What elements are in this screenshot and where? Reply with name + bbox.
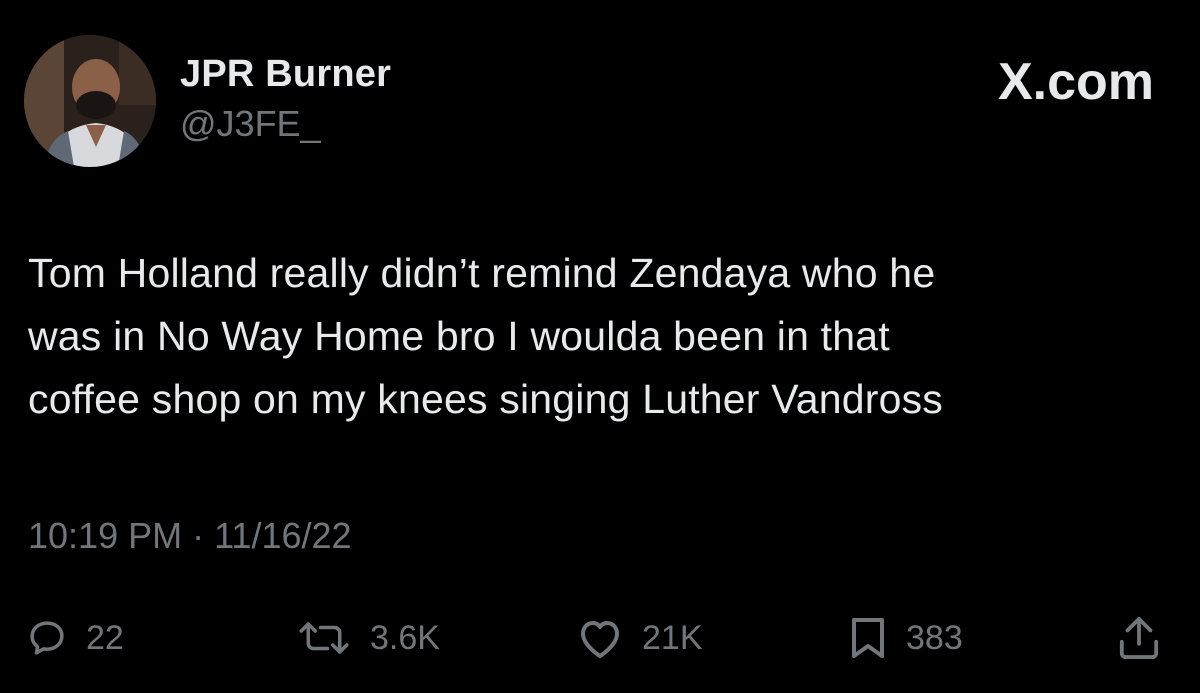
tweet-text: Tom Holland really didn’t remind Zendaya… [28,242,1178,431]
share-button[interactable] [1118,608,1160,668]
tweet-card: JPR Burner @J3FE_ X.com Tom Holland real… [0,0,1200,693]
bookmark-button[interactable]: 383 [848,608,963,668]
tweet-text-line: coffee shop on my knees singing Luther V… [28,376,944,422]
tweet-text-line: Tom Holland really didn’t remind Zendaya… [28,250,936,296]
like-count: 21K [642,618,703,657]
timestamp[interactable]: 10:19 PM · 11/16/22 [28,514,352,558]
avatar[interactable] [24,35,156,167]
action-bar: 22 3.6K 21K 383 [0,608,1200,668]
bookmark-icon [848,616,888,660]
x-logo: X.com [997,53,1154,111]
author-info: JPR Burner @J3FE_ [180,52,391,146]
handle[interactable]: @J3FE_ [180,102,391,146]
reply-button[interactable]: 22 [26,608,124,668]
repost-icon [296,617,352,659]
like-button[interactable]: 21K [576,608,703,668]
reply-icon [26,617,68,659]
like-icon [576,616,624,660]
tweet-text-line: was in No Way Home bro I woulda been in … [28,313,890,359]
bookmark-count: 383 [906,618,963,657]
display-name[interactable]: JPR Burner [180,52,391,96]
repost-button[interactable]: 3.6K [296,608,440,668]
repost-count: 3.6K [370,618,440,657]
reply-count: 22 [86,618,124,657]
share-icon [1118,615,1160,661]
